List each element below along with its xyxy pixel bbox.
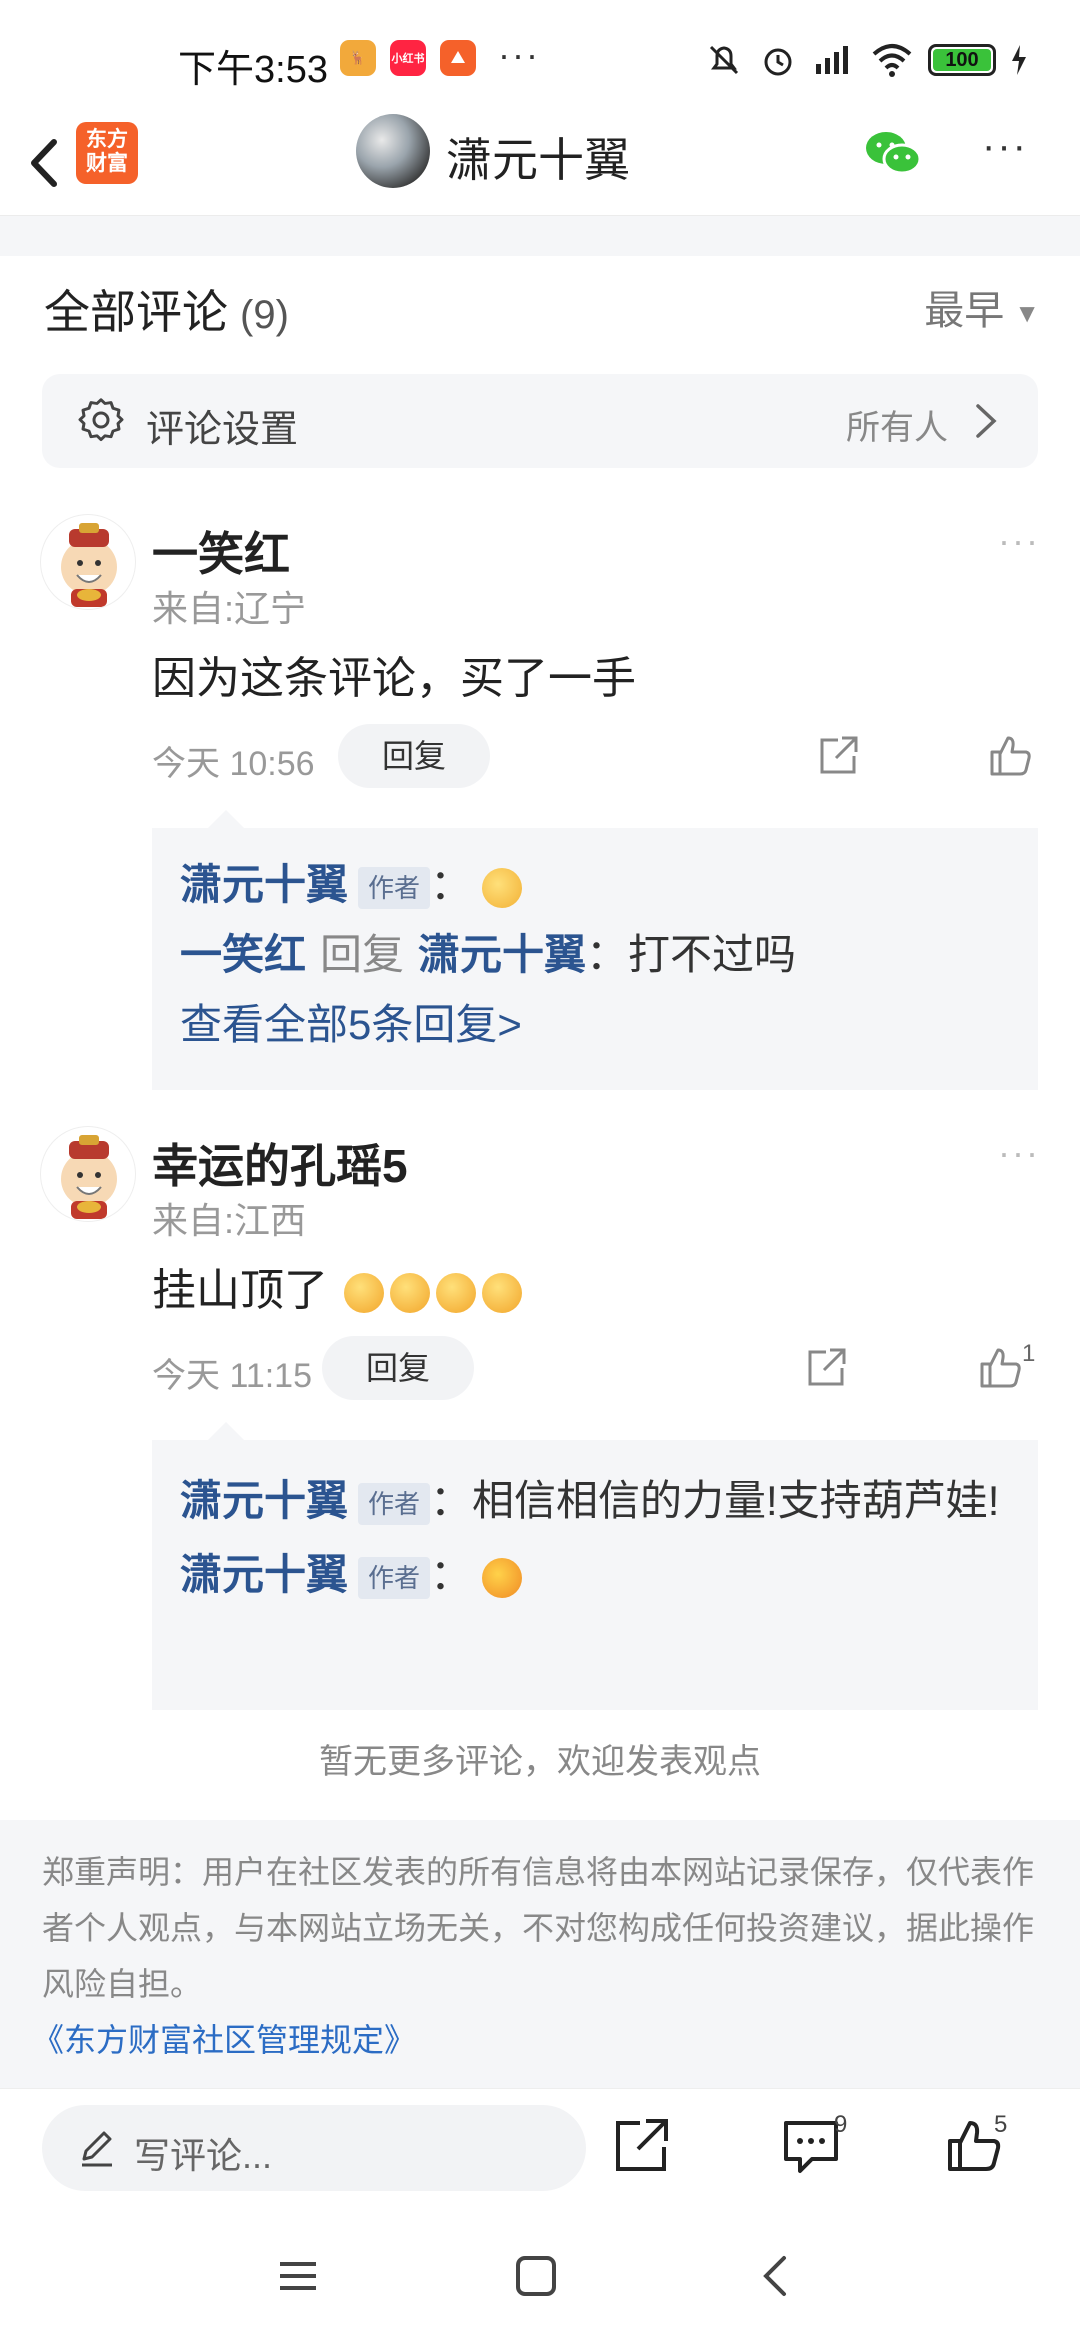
community-rules-link[interactable]: 《东方财富社区管理规定》 [32, 2012, 1038, 2068]
comment-item: 幸运的孔瑶5 来自:江西 ··· 挂山顶了 今天 11:15 回复 1 潇元十翼… [0, 1126, 1080, 1710]
thinking-emoji-icon [482, 867, 523, 908]
reply-box-tail [208, 1422, 244, 1440]
back-arrow-icon[interactable] [18, 128, 78, 198]
crying-emoji-icon [482, 1273, 523, 1314]
crying-emoji-icon [436, 1273, 477, 1314]
reply-separator: ： [430, 861, 473, 908]
status-system-icons: 100 [704, 40, 1028, 80]
commenter-location: 来自:江西 [152, 1200, 307, 1241]
thumbs-up-icon[interactable] [976, 1344, 1024, 1392]
signal-icon [816, 46, 848, 74]
settings-value: 所有人 [846, 409, 948, 447]
home-icon[interactable] [512, 2252, 560, 2300]
write-comment-placeholder: 写评论... [134, 2135, 273, 2176]
reply-author-name[interactable]: 一笑红 [180, 931, 306, 978]
comments-header: 全部评论 (9) [44, 276, 289, 342]
reply-line: 潇元十翼 作者 ：相信相信的力量!支持葫芦娃! [180, 1466, 1010, 1536]
reply-line: 潇元十翼 作者： [180, 1544, 1010, 1606]
commenter-name[interactable]: 一笑红 [152, 518, 290, 584]
top-nav: 东方财富 潇元十翼 ··· [0, 110, 1080, 216]
author-tag: 作者 [358, 1556, 431, 1599]
status-time: 下午3:53 [178, 49, 328, 91]
comment-more-icon[interactable]: ··· [998, 520, 1040, 562]
disclaimer: 郑重声明：用户在社区发表的所有信息将由本网站记录保存，仅代表作者个人观点，与本网… [0, 1820, 1080, 2088]
comment-bubble-icon[interactable] [782, 2117, 840, 2175]
bottom-action-bar: 写评论... 9 5 [0, 2088, 1080, 2210]
xiaohongshu-icon: 小红书 [390, 40, 426, 76]
avatar[interactable] [40, 1126, 136, 1222]
reply-line: 一笑红 回复 潇元十翼：打不过吗 [180, 924, 1010, 986]
reply-text: ：相信相信的力量!支持葫芦娃! [430, 1477, 1000, 1524]
like-count-badge: 5 [994, 2111, 1008, 2138]
share-icon[interactable] [804, 1346, 848, 1390]
like-count: 1 [1022, 1340, 1036, 1367]
wifi-icon [872, 44, 912, 77]
no-more-comments: 暂无更多评论，欢迎发表观点 [319, 1743, 761, 1781]
chevron-right-icon [976, 404, 997, 438]
comments-count: (9) [240, 293, 289, 337]
reply-target-name[interactable]: 潇元十翼 [418, 931, 586, 978]
status-more-icon: ··· [498, 34, 540, 75]
author-tag: 作者 [358, 866, 431, 909]
status-app-icons: 🦌 小红书 [340, 40, 476, 76]
crying-emoji-icon [344, 1273, 385, 1314]
deer-icon: 🦌 [340, 40, 376, 76]
reply-button[interactable]: 回复 [338, 724, 490, 788]
view-all-replies-link[interactable]: 查看全部5条回复> [180, 994, 1010, 1056]
crying-emoji-icon [390, 1273, 431, 1314]
disclaimer-text: 郑重声明：用户在社区发表的所有信息将由本网站记录保存，仅代表作者个人观点，与本网… [42, 1854, 1035, 2002]
reply-author-name[interactable]: 潇元十翼 [180, 1551, 348, 1598]
sort-label: 最早 [924, 289, 1005, 333]
reply-separator: ： [430, 1551, 473, 1598]
page-title[interactable]: 潇元十翼 [446, 124, 630, 190]
comments-title: 全部评论 [44, 286, 228, 338]
back-icon[interactable] [752, 2252, 800, 2300]
comment-text: 因为这条评论，买了一手 [152, 654, 636, 703]
pencil-icon [82, 2131, 112, 2167]
sort-dropdown[interactable]: 最早 ▼ [924, 278, 1040, 336]
commenter-location: 来自:辽宁 [152, 588, 307, 629]
alarm-icon [764, 48, 792, 76]
more-options-icon[interactable]: ··· [982, 124, 1028, 169]
toutiao-icon [440, 40, 476, 76]
reply-box-tail [208, 810, 244, 828]
gear-icon [78, 398, 124, 442]
menu-icon[interactable] [274, 2252, 322, 2300]
comment-settings-row[interactable]: 评论设置 所有人 [42, 374, 1038, 468]
reply-text: ：打不过吗 [586, 931, 797, 978]
reply-box: 潇元十翼 作者： 一笑红 回复 潇元十翼：打不过吗 查看全部5条回复> [152, 810, 1038, 1090]
comment-time: 今天 10:56 [152, 745, 315, 783]
reply-button[interactable]: 回复 [322, 1336, 474, 1400]
reply-verb: 回复 [320, 931, 405, 978]
commenter-name[interactable]: 幸运的孔瑶5 [152, 1130, 408, 1196]
reply-line: 潇元十翼 作者： [180, 854, 1010, 916]
reply-author-name[interactable]: 潇元十翼 [180, 861, 348, 908]
charging-icon [1012, 45, 1026, 75]
caret-down-icon: ▼ [1014, 297, 1040, 328]
wechat-icon[interactable] [862, 128, 924, 178]
share-icon[interactable] [816, 734, 860, 778]
mute-bell-icon [709, 45, 739, 75]
comment-count-badge: 9 [834, 2111, 848, 2138]
avatar[interactable] [40, 514, 136, 610]
reply-author-name[interactable]: 潇元十翼 [180, 1477, 348, 1524]
thumbs-up-icon[interactable] [986, 732, 1034, 780]
section-divider [0, 216, 1080, 256]
smile-emoji-icon [482, 1557, 523, 1598]
app-logo[interactable]: 东方财富 [76, 122, 138, 184]
comment-text: 挂山顶了 [152, 1254, 523, 1318]
write-comment-input[interactable]: 写评论... [42, 2105, 586, 2191]
author-avatar[interactable] [356, 114, 430, 188]
comment-text-body: 挂山顶了 [152, 1266, 328, 1315]
share-icon[interactable] [612, 2117, 670, 2175]
author-tag: 作者 [358, 1482, 431, 1525]
battery-icon: 100 [928, 44, 996, 76]
settings-label: 评论设置 [146, 409, 299, 451]
comment-time: 今天 11:15 [152, 1357, 313, 1395]
comment-more-icon[interactable]: ··· [998, 1132, 1040, 1174]
status-bar: 下午3:53 🦌 小红书 ··· 100 [0, 0, 1080, 120]
comment-item: 一笑红 来自:辽宁 ··· 因为这条评论，买了一手 今天 10:56 回复 潇元… [0, 514, 1080, 1094]
reply-box: 潇元十翼 作者 ：相信相信的力量!支持葫芦娃! 潇元十翼 作者： [152, 1422, 1038, 1710]
system-navigation-bar [0, 2210, 1080, 2340]
